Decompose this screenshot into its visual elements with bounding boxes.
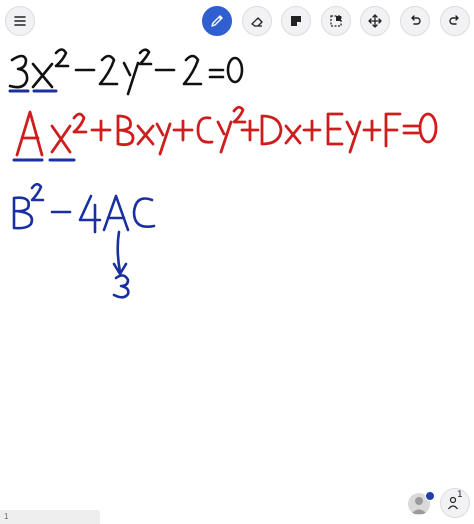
whiteboard-canvas[interactable] xyxy=(0,40,474,480)
selection-icon xyxy=(330,15,342,27)
pencil-icon xyxy=(211,15,223,27)
eraser-icon xyxy=(251,17,263,27)
page-number: 1 xyxy=(4,512,9,521)
eraser-tool-button[interactable] xyxy=(242,6,272,36)
discriminant-expression xyxy=(12,182,156,299)
select-tool-button[interactable] xyxy=(321,6,351,36)
undo-icon xyxy=(411,15,421,25)
sticky-note-tool-button[interactable] xyxy=(281,6,311,36)
move-tool-button[interactable] xyxy=(360,6,390,36)
general-conic-equation xyxy=(15,105,438,157)
menu-button[interactable] xyxy=(5,6,35,36)
equation-line-1 xyxy=(8,48,244,96)
move-arrows-icon xyxy=(368,14,382,28)
status-badge xyxy=(425,491,435,501)
pen-tool-button[interactable] xyxy=(202,6,232,36)
page-indicator: 1 xyxy=(0,510,100,524)
redo-icon xyxy=(449,15,459,25)
redo-button[interactable] xyxy=(440,6,470,36)
participants-button[interactable] xyxy=(440,488,470,518)
undo-button[interactable] xyxy=(400,6,430,36)
participants-count: 1 xyxy=(457,490,463,500)
sticky-note-icon xyxy=(291,16,301,26)
hamburger-icon xyxy=(14,16,26,26)
